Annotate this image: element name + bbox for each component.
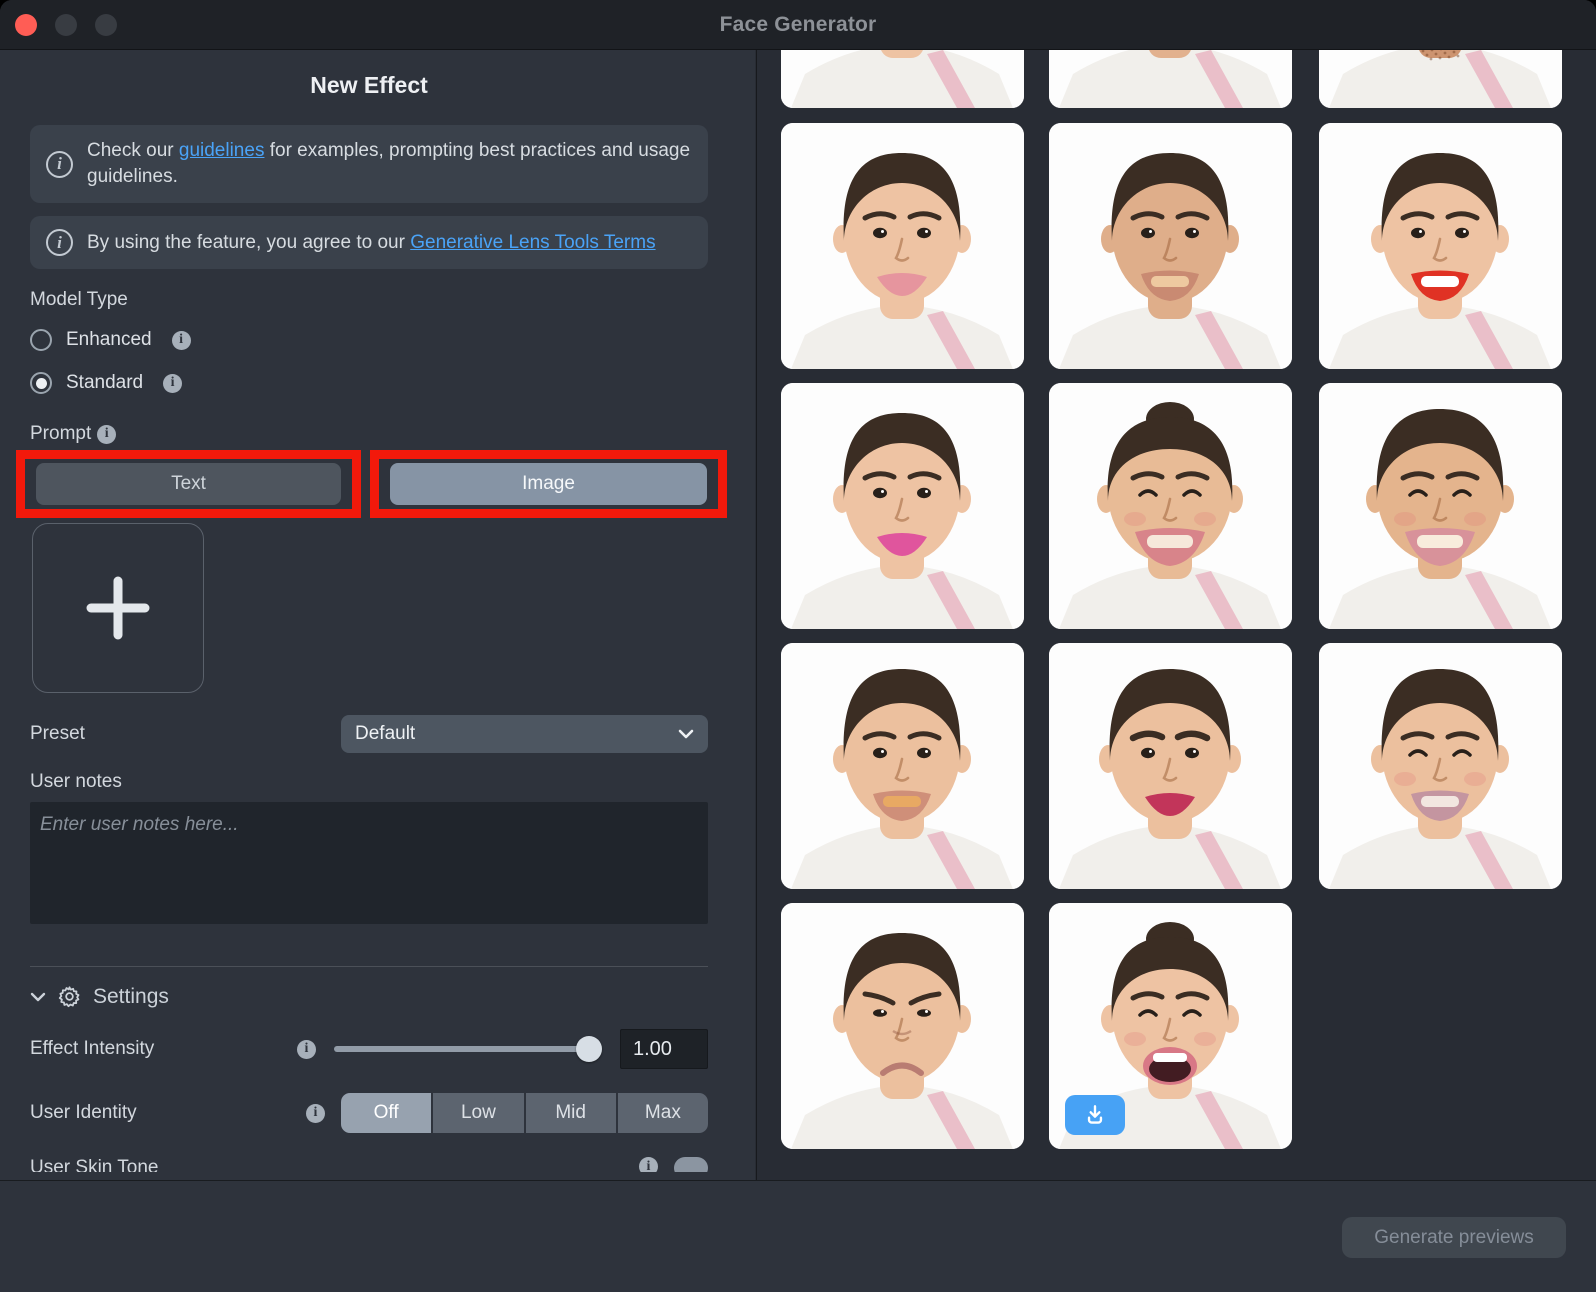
- chevron-down-icon: [30, 992, 46, 1002]
- guidelines-link[interactable]: guidelines: [179, 140, 265, 161]
- preview-tile-r3c2[interactable]: [1049, 643, 1292, 889]
- settings-label: Settings: [93, 985, 169, 1009]
- traffic-lights: [15, 14, 117, 36]
- info-icon[interactable]: i: [306, 1104, 325, 1123]
- effect-settings-panel: New Effect i Check our guidelines for ex…: [0, 50, 755, 1180]
- minimize-window-button[interactable]: [55, 14, 77, 36]
- preview-tile-r2c3[interactable]: [1319, 383, 1562, 629]
- effect-intensity-value[interactable]: [620, 1029, 708, 1069]
- preview-tile-r2c2[interactable]: [1049, 383, 1292, 629]
- preview-tile-r2c1[interactable]: [781, 383, 1024, 629]
- terms-link[interactable]: Generative Lens Tools Terms: [410, 232, 655, 253]
- effect-intensity-label: Effect Intensity: [30, 1038, 291, 1060]
- window-title: Face Generator: [720, 13, 877, 37]
- preset-label: Preset: [30, 723, 341, 745]
- title-bar: Face Generator: [0, 0, 1596, 50]
- info-icon: i: [46, 229, 73, 256]
- annotation-box-image: Image: [370, 450, 727, 518]
- preview-tile-p1[interactable]: [781, 50, 1024, 108]
- skin-tone-toggle[interactable]: [674, 1157, 708, 1172]
- segment-mid[interactable]: Mid: [524, 1093, 616, 1133]
- chevron-down-icon: [678, 729, 694, 739]
- preview-tile-r3c3[interactable]: [1319, 643, 1562, 889]
- guidelines-notice: i Check our guidelines for examples, pro…: [30, 125, 708, 203]
- preview-tile-r1c3[interactable]: [1319, 123, 1562, 369]
- user-identity-segmented-control: OffLowMidMax: [341, 1093, 708, 1133]
- annotation-box-text: Text: [16, 450, 361, 518]
- radio-standard[interactable]: Standard i: [30, 369, 708, 397]
- slider-track[interactable]: [334, 1046, 600, 1052]
- user-notes-label: User notes: [30, 771, 708, 793]
- radio-button[interactable]: [30, 372, 52, 394]
- info-icon[interactable]: i: [639, 1157, 658, 1172]
- zoom-window-button[interactable]: [95, 14, 117, 36]
- clipped-setting-row: User Skin Tone i: [30, 1157, 708, 1172]
- radio-button[interactable]: [30, 329, 52, 351]
- model-type-label: Model Type: [30, 289, 708, 311]
- close-window-button[interactable]: [15, 14, 37, 36]
- preview-tile-p2[interactable]: [1049, 50, 1292, 108]
- page-title: New Effect: [30, 72, 708, 99]
- segment-off[interactable]: Off: [341, 1093, 431, 1133]
- segment-low[interactable]: Low: [431, 1093, 523, 1133]
- preview-grid-panel: [756, 50, 1596, 1180]
- image-button[interactable]: Image: [390, 463, 707, 505]
- info-icon[interactable]: i: [172, 331, 191, 350]
- prompt-label: Prompt: [30, 423, 91, 445]
- preview-tile-r1c1[interactable]: [781, 123, 1024, 369]
- preview-tile-r1c2[interactable]: [1049, 123, 1292, 369]
- info-icon[interactable]: i: [297, 1040, 316, 1059]
- segment-max[interactable]: Max: [616, 1093, 708, 1133]
- gear-icon: [57, 984, 82, 1009]
- effect-intensity-slider[interactable]: [332, 1029, 602, 1069]
- plus-icon: [73, 563, 163, 653]
- divider: [30, 966, 708, 967]
- terms-notice: i By using the feature, you agree to our…: [30, 216, 708, 269]
- info-icon[interactable]: i: [97, 425, 116, 444]
- preset-dropdown[interactable]: Default: [341, 715, 708, 753]
- settings-section-header[interactable]: Settings: [30, 984, 708, 1009]
- user-notes-input[interactable]: [30, 802, 708, 924]
- preview-tile-r4c2[interactable]: [1049, 903, 1292, 1149]
- add-image-button[interactable]: [32, 523, 204, 693]
- info-icon[interactable]: i: [163, 374, 182, 393]
- footer-bar: Generate previews: [0, 1180, 1596, 1292]
- download-icon: [1082, 1102, 1108, 1128]
- download-button[interactable]: [1065, 1095, 1125, 1135]
- user-skin-tone-label: User Skin Tone: [30, 1157, 633, 1172]
- radio-enhanced[interactable]: Enhanced i: [30, 326, 708, 354]
- user-identity-label: User Identity: [30, 1102, 300, 1124]
- generate-previews-button[interactable]: Generate previews: [1342, 1217, 1566, 1258]
- notice-text: Check our guidelines for examples, promp…: [87, 138, 692, 190]
- prompt-mode-buttons: Text Image: [16, 450, 727, 518]
- text-button[interactable]: Text: [36, 463, 341, 505]
- notice-text: By using the feature, you agree to our G…: [87, 230, 656, 256]
- preview-tile-p3[interactable]: [1319, 50, 1562, 108]
- preview-tile-r3c1[interactable]: [781, 643, 1024, 889]
- info-icon: i: [46, 151, 73, 178]
- app-window: Face Generator New Effect i Check our gu…: [0, 0, 1596, 1292]
- preview-tile-r4c1[interactable]: [781, 903, 1024, 1149]
- slider-thumb[interactable]: [576, 1036, 602, 1062]
